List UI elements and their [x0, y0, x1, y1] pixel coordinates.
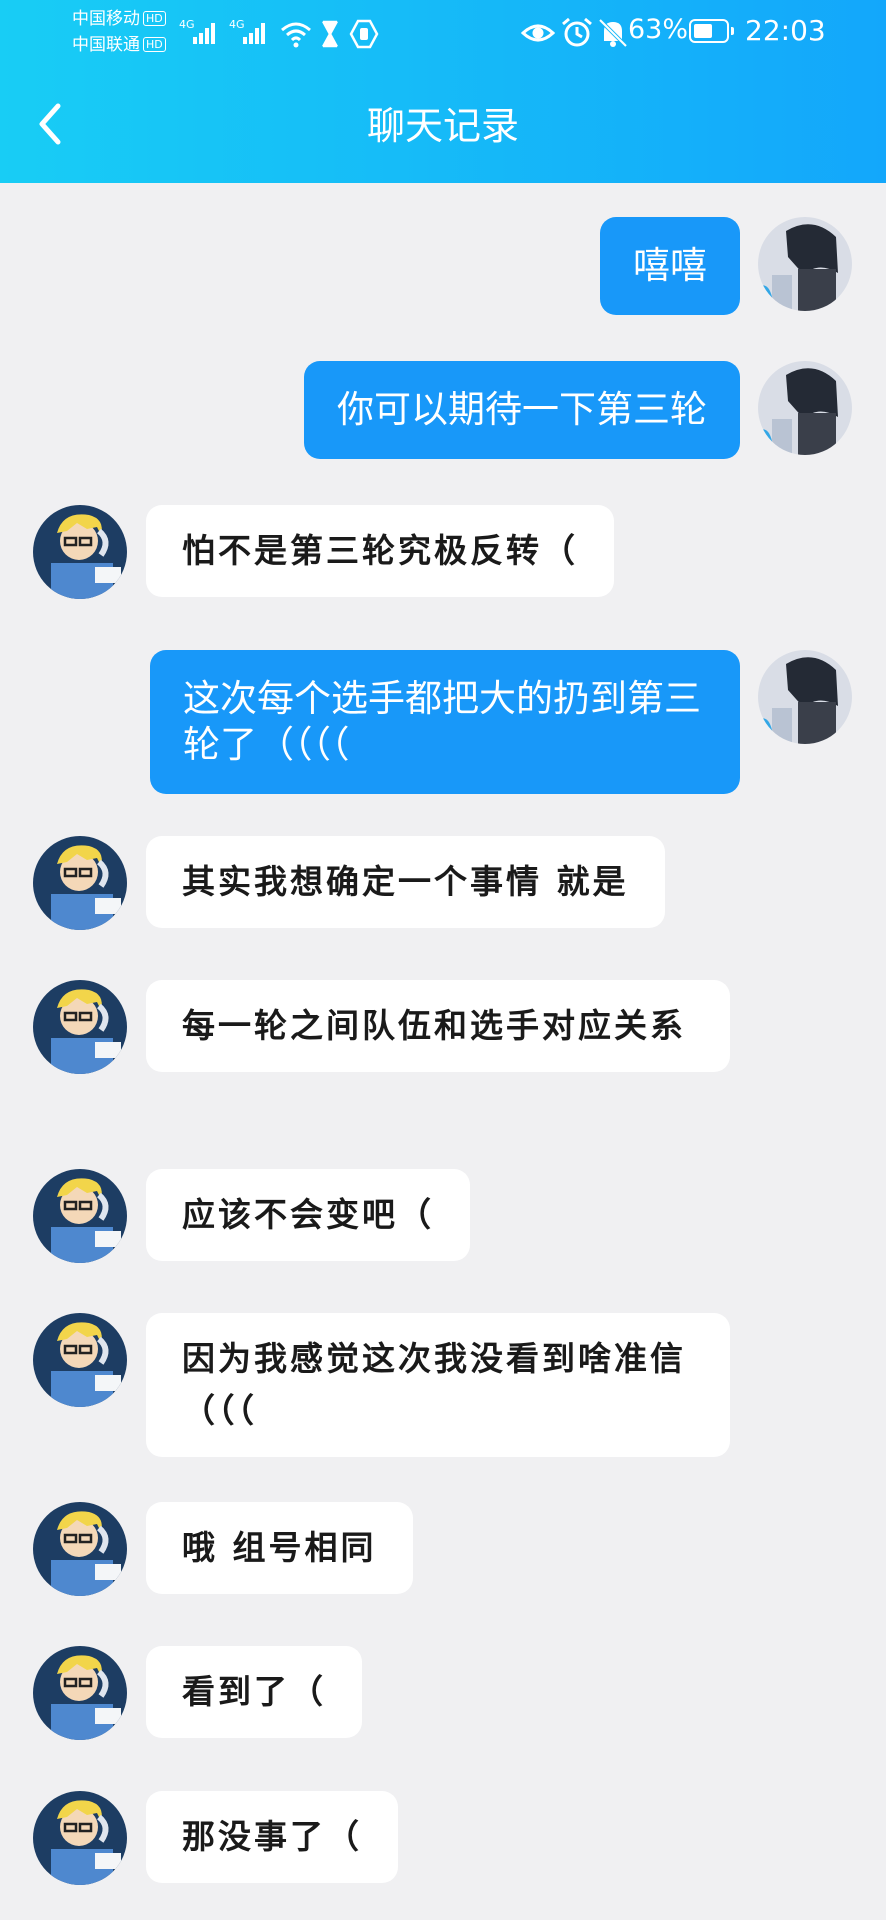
- status-time: 22:03: [745, 14, 826, 47]
- carrier-2: 中国联通 HD: [72, 34, 166, 56]
- status-bar: 中国移动 HD 中国联通 HD 4G 4G 63% 22:03: [0, 0, 886, 68]
- battery-percent: 63%: [628, 14, 689, 45]
- hand-icon: [349, 19, 379, 49]
- contact-avatar[interactable]: [33, 1169, 127, 1263]
- contact-message-bubble[interactable]: 怕不是第三轮究极反转（: [146, 505, 614, 597]
- contact-message-bubble[interactable]: 每一轮之间队伍和选手对应关系: [146, 980, 730, 1072]
- carrier-1: 中国移动 HD: [72, 8, 166, 30]
- hourglass-icon: [321, 20, 339, 48]
- eye-icon: [521, 24, 555, 42]
- wifi-icon: [281, 22, 311, 48]
- page-title: 聊天记录: [366, 104, 519, 148]
- contact-avatar[interactable]: [33, 836, 127, 930]
- app-header: 中国移动 HD 中国联通 HD 4G 4G 63% 22:03 聊天记录: [0, 0, 886, 183]
- contact-message-bubble[interactable]: 因为我感觉这次我没看到啥准信（（（: [146, 1313, 730, 1457]
- my-avatar[interactable]: [758, 217, 852, 311]
- contact-avatar[interactable]: [33, 1502, 127, 1596]
- my-avatar[interactable]: [758, 361, 852, 455]
- my-avatar[interactable]: [758, 650, 852, 744]
- contact-message-bubble[interactable]: 应该不会变吧（: [146, 1169, 470, 1261]
- battery-fill: [694, 24, 712, 38]
- contact-avatar[interactable]: [33, 1791, 127, 1885]
- my-message-bubble[interactable]: 嘻嘻: [600, 217, 740, 315]
- contact-message-bubble[interactable]: 看到了（: [146, 1646, 362, 1738]
- alarm-icon: [562, 17, 592, 47]
- my-message-bubble[interactable]: 你可以期待一下第三轮: [304, 361, 740, 459]
- contact-avatar[interactable]: [33, 1313, 127, 1407]
- contact-message-bubble[interactable]: 哦 组号相同: [146, 1502, 413, 1594]
- contact-avatar[interactable]: [33, 505, 127, 599]
- battery-icon: [689, 19, 734, 43]
- contact-avatar[interactable]: [33, 1646, 127, 1740]
- contact-message-bubble[interactable]: 那没事了（: [146, 1791, 398, 1883]
- my-message-bubble[interactable]: 这次每个选手都把大的扔到第三轮了（（（（: [150, 650, 740, 794]
- signal-icon-2: [243, 22, 273, 44]
- contact-message-bubble[interactable]: 其实我想确定一个事情 就是: [146, 836, 665, 928]
- mute-bell-icon: [598, 18, 628, 48]
- signal-icon-1: [193, 22, 223, 44]
- contact-avatar[interactable]: [33, 980, 127, 1074]
